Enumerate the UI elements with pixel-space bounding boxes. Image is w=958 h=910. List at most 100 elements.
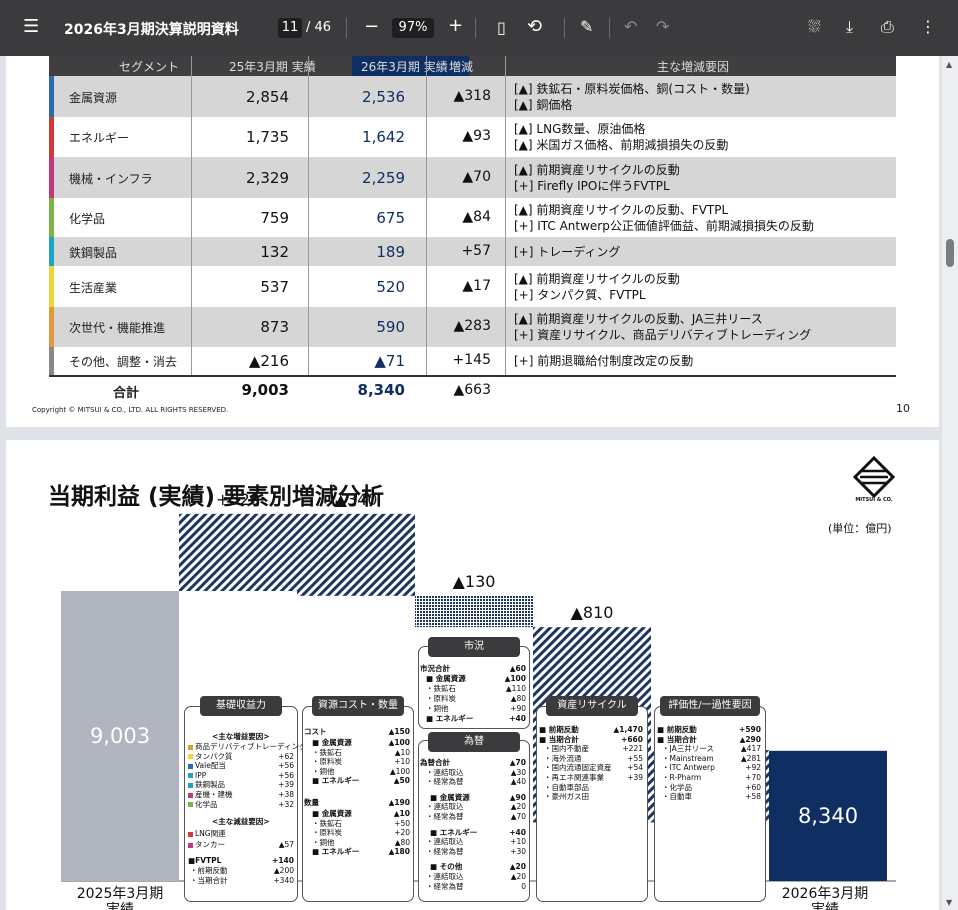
factor-item: ・銅他 xyxy=(426,704,449,714)
fit-page-icon[interactable]: ▯ xyxy=(497,18,506,38)
column-divider xyxy=(191,56,192,375)
prev-value: 759 xyxy=(260,209,289,227)
reason-line-1: [▲] 前期資産リサイクルの反動、JA三井リース xyxy=(514,312,763,326)
total-divider xyxy=(49,375,896,377)
legend-square-icon xyxy=(188,802,193,808)
factor-item-value: +221 xyxy=(622,744,643,754)
header-curr: 26年3月期 実績 xyxy=(361,60,448,74)
factor-item-value: +10 xyxy=(510,837,526,847)
factor-item-text: ■ エネルギー xyxy=(312,776,360,786)
factor-item-value: +32 xyxy=(278,799,294,809)
zoom-in-icon[interactable]: + xyxy=(448,16,463,36)
reason-line-2: [▲] 米国ガス価格、前期減損損失の反動 xyxy=(514,138,729,152)
factor-item-text: ■ 当期合計 xyxy=(657,734,697,744)
factor-item: ・Mainstream xyxy=(662,754,714,764)
segment-name: 金属資源 xyxy=(69,91,118,105)
menu-icon[interactable]: ☰ xyxy=(23,17,39,37)
factor-item-value: +660 xyxy=(621,734,643,744)
print-icon[interactable]: ⎙ xyxy=(881,17,894,37)
factor-item-text: ■ 金属資源 xyxy=(312,738,352,747)
scroll-up-icon[interactable]: ▲ xyxy=(946,60,952,69)
curr-value: 189 xyxy=(376,243,405,261)
factor-item: Vale配当 xyxy=(188,761,226,771)
factor-item: ・経常為替 xyxy=(426,812,464,822)
box-header: 資産リサイクル xyxy=(546,696,638,716)
curr-value: 590 xyxy=(376,318,405,336)
diff-value: ▲17 xyxy=(462,278,491,294)
reason-line-1: [+] 前期退職給付制度改定の反動 xyxy=(514,354,694,368)
factor-item-text: ・豪州ガス田 xyxy=(544,792,589,802)
vertical-scrollbar[interactable]: ▲ ▼ xyxy=(942,56,958,910)
factor-item: 産機・建機 xyxy=(188,790,233,800)
factor-item-value: +10 xyxy=(394,757,410,767)
table-row: その他、調整・消去 ▲216 ▲71 +145 [+] 前期退職給付制度改定の反動 xyxy=(49,347,896,375)
table-row: 化学品 759 675 ▲84 [▲] 前期資産リサイクルの反動、FVTPL [+] IT… xyxy=(49,198,896,237)
factor-item-value: ▲290 xyxy=(739,734,761,744)
prev-value: 537 xyxy=(260,278,289,296)
segment-name: 次世代・機能推進 xyxy=(69,321,166,335)
zoom-out-icon[interactable]: − xyxy=(364,17,379,37)
factor-item: <主な減益要因> xyxy=(212,817,270,827)
rotate-icon[interactable]: ⟲ xyxy=(527,17,542,37)
factor-item-value: +140 xyxy=(272,856,294,866)
zoom-input[interactable]: 97% xyxy=(392,18,434,38)
factor-item: ・連結取込 xyxy=(426,872,464,882)
factor-item-text: ・JA三井リース xyxy=(662,744,714,754)
add-drive-icon[interactable]: ⛆ xyxy=(808,17,821,37)
factor-item-text: タンカー xyxy=(195,840,225,850)
factor-item-value: ▲40 xyxy=(510,777,526,787)
factor-item-text: 為替合計 xyxy=(420,758,450,767)
factor-item-value: +92 xyxy=(745,763,761,773)
factor-item-text: ■ エネルギー xyxy=(312,847,360,857)
table-row: エネルギー 1,735 1,642 ▲93 [▲] LNG数量、原油価格 [▲] 米国ガス… xyxy=(49,117,896,157)
factor-item: 市況合計 xyxy=(420,664,450,674)
pdf-page-11: 当期利益 (実績) 要素別増減分析 MITSUI & CO. (単位：億円) 9… xyxy=(6,440,939,910)
factor-item: コスト xyxy=(304,727,327,737)
bar-value-label: ▲130 xyxy=(452,572,496,591)
table-row: 鉄鋼製品 132 189 +57 [+] トレーディング xyxy=(49,237,896,266)
factor-item: ・経常為替 xyxy=(426,777,464,787)
legend-square-icon xyxy=(188,831,193,837)
factor-item-value: +90 xyxy=(510,704,526,713)
reason-line-2: [+] Firefly IPOに伴うFVTPL xyxy=(514,179,670,193)
legend-square-icon xyxy=(188,842,193,848)
factor-item: ■ 前期反動 xyxy=(539,725,579,735)
more-icon[interactable]: ⋮ xyxy=(920,17,936,37)
factor-item-value: ▲190 xyxy=(388,798,410,807)
factor-item-value: ▲70 xyxy=(509,758,526,767)
scroll-down-icon[interactable]: ▼ xyxy=(946,898,952,907)
factor-item-text: ・自動車部品 xyxy=(544,782,589,792)
factor-item: ・鉄鉱石 xyxy=(426,684,456,694)
header-diff: 増減 xyxy=(449,60,474,74)
scrollbar-thumb[interactable] xyxy=(946,239,954,267)
redo-icon[interactable]: ↷ xyxy=(656,17,669,37)
draw-icon[interactable]: ✎ xyxy=(580,17,593,37)
column-divider xyxy=(308,56,309,375)
pdf-page-10: セグメント 25年3月期 実績 26年3月期 実績 増減 主な増減要因 金属資源… xyxy=(6,56,939,427)
factor-item-value: +590 xyxy=(739,725,761,734)
legend-square-icon xyxy=(188,744,193,750)
reason-line-2: [▲] 銅価格 xyxy=(514,98,573,112)
undo-icon[interactable]: ↶ xyxy=(624,17,637,37)
diff-value: ▲93 xyxy=(462,128,491,144)
factor-item-text: Vale配当 xyxy=(195,761,226,771)
factor-item-text: IPP xyxy=(195,770,207,780)
factor-item: ■ エネルギー xyxy=(426,714,473,724)
factor-item: ■ 金属資源 xyxy=(426,674,466,684)
prev-value: 1,735 xyxy=(246,128,289,146)
factor-item-value: ▲20 xyxy=(510,872,526,881)
factor-item-text: ・経常為替 xyxy=(426,846,464,856)
factor-item-value: ▲281 xyxy=(740,753,761,763)
factor-item-text: ・前期反動 xyxy=(190,866,228,876)
page-number-input[interactable]: 11 xyxy=(278,18,302,38)
factor-item: ・原料炭 xyxy=(312,828,342,838)
factor-item: ・原料炭 xyxy=(426,694,456,704)
factor-item-value: ▲80 xyxy=(510,694,526,703)
diff-value: +57 xyxy=(461,243,491,259)
download-icon[interactable]: ⤓ xyxy=(846,17,853,37)
factor-item: ・当期合計 xyxy=(190,876,228,886)
legend-square-icon xyxy=(188,782,193,788)
diff-value: ▲283 xyxy=(453,318,492,334)
factor-item-text: 商品デリバティブトレーディング xyxy=(195,742,307,751)
total-diff: ▲663 xyxy=(453,382,492,398)
